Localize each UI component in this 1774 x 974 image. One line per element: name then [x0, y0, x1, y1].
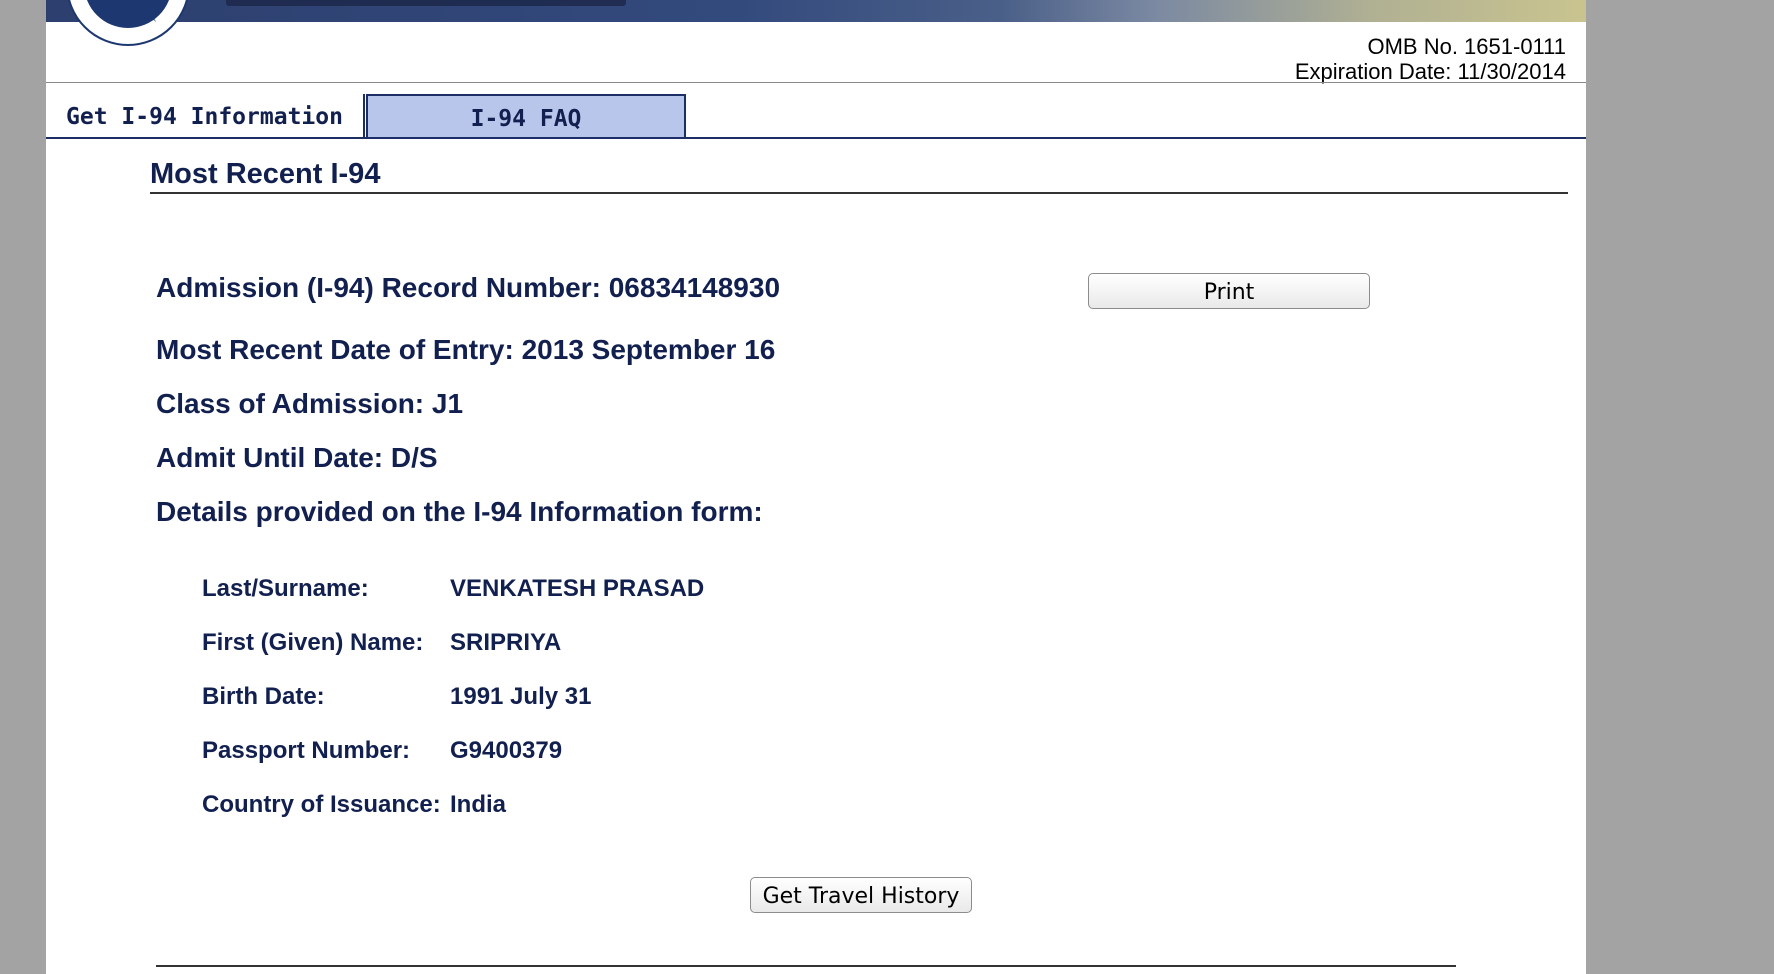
detail-label-given-name: First (Given) Name: [202, 629, 424, 656]
header-divider [46, 82, 1586, 83]
omb-number: OMB No. 1651-0111 [1367, 34, 1566, 59]
detail-label-country-of-issuance: Country of Issuance: [202, 791, 441, 818]
detail-label-passport-number: Passport Number: [202, 737, 411, 764]
detail-value-birth-date: 1991 July 31 [450, 683, 592, 710]
details-heading: Details provided on the I-94 Information… [156, 496, 763, 527]
detail-value-given-name: SRIPRIYA [450, 629, 562, 656]
footer-divider [156, 965, 1456, 967]
section-title: Most Recent I-94 [150, 158, 381, 190]
page: OMB No. 1651-0111 Expiration Date: 11/30… [46, 0, 1586, 974]
admission-record-number: Admission (I-94) Record Number: 06834148… [156, 272, 781, 303]
omb-info: OMB No. 1651-0111 Expiration Date: 11/30… [1295, 34, 1566, 84]
class-of-admission: Class of Admission: J1 [156, 388, 464, 419]
detail-value-surname: VENKATESH PRASAD [450, 575, 705, 602]
expiration-date: Expiration Date: 11/30/2014 [1294, 59, 1566, 84]
header-banner [46, 0, 1586, 22]
tab-i94-faq[interactable]: I-94 FAQ [366, 94, 686, 137]
get-travel-history-button[interactable]: Get Travel History [750, 877, 972, 913]
tab-get-i94-information[interactable]: Get I-94 Information [46, 94, 365, 137]
banner-graphic [226, 0, 626, 6]
detail-value-country-of-issuance: India [450, 791, 507, 818]
section-divider [150, 192, 1568, 194]
tab-bar: Get I-94 Information I-94 FAQ [46, 94, 1586, 139]
detail-label-surname: Last/Surname: [202, 575, 369, 602]
admit-until-date: Admit Until Date: D/S [156, 442, 438, 473]
dhs-seal-logo [66, 0, 190, 46]
print-button[interactable]: Print [1088, 273, 1370, 309]
seal-ring [112, 14, 156, 31]
detail-label-birth-date: Birth Date: [202, 683, 325, 710]
most-recent-date-of-entry: Most Recent Date of Entry: 2013 Septembe… [156, 334, 776, 365]
detail-value-passport-number: G9400379 [450, 737, 563, 764]
